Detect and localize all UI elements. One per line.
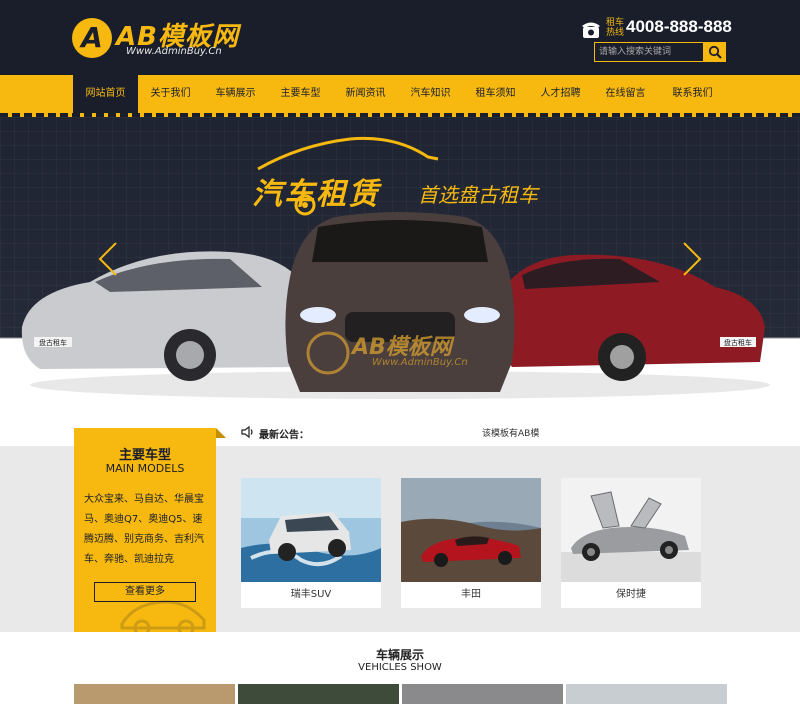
search-input[interactable] xyxy=(594,42,704,62)
nav-list: 网站首页 关于我们 车辆展示 主要车型 新闻资讯 汽车知识 租车须知 人才招聘 在线留言 联系我们 xyxy=(73,75,727,113)
site-logo[interactable]: A AB模板网 Www.AdminBuy.Cn xyxy=(72,14,242,62)
logo-subtitle: Www.AdminBuy.Cn xyxy=(126,46,222,57)
banner-watermark-sub: Www.AdminBuy.Cn xyxy=(372,357,468,368)
model-card[interactable]: 丰田 xyxy=(401,478,541,608)
models-description: 大众宝来、马自达、华晨宝马、奥迪Q7、奥迪Q5、速腾迈腾、别克商务、吉利汽车、奔… xyxy=(84,494,204,565)
banner-title: 汽车租赁 xyxy=(252,177,380,212)
vehicle-thumb[interactable] xyxy=(74,684,235,704)
model-card[interactable]: 瑞丰SUV xyxy=(241,478,381,608)
hotline-label: 租车热线 xyxy=(606,18,625,38)
model-card-label: 瑞丰SUV xyxy=(290,589,332,600)
model-card-image xyxy=(241,478,381,582)
hero-banner: 汽车租赁 首选盘古租车 AB模板网 Www.AdminBuy.Cn 盘古租车 盘… xyxy=(0,117,800,417)
speaker-icon xyxy=(241,425,253,439)
models-section: 主要车型 MAIN MODELS 大众宝来、马自达、华晨宝马、奥迪Q7、奥迪Q5… xyxy=(0,428,800,632)
logo-letter: A xyxy=(81,21,103,54)
plate-left: 盘古租车 xyxy=(39,339,67,347)
vehicle-thumb[interactable] xyxy=(402,684,563,704)
search-button[interactable] xyxy=(704,42,726,62)
phone-icon xyxy=(582,22,600,38)
vehicle-thumb[interactable] xyxy=(566,684,727,704)
models-title: 主要车型 xyxy=(118,448,171,463)
nav-item[interactable]: 租车须知 xyxy=(463,75,528,113)
hotline-number: 4008-888-888 xyxy=(626,17,732,36)
nav-item[interactable]: 联系我们 xyxy=(658,75,727,113)
search-icon xyxy=(708,45,722,59)
models-panel: 主要车型 MAIN MODELS 大众宝来、马自达、华晨宝马、奥迪Q7、奥迪Q5… xyxy=(74,428,216,632)
model-card[interactable]: 保时捷 xyxy=(561,478,701,608)
vehicles-title: 车辆展示 xyxy=(375,648,424,662)
panel-fold xyxy=(216,428,226,438)
banner-subtitle: 首选盘古租车 xyxy=(418,183,538,207)
nav-item[interactable]: 网站首页 xyxy=(73,75,138,113)
nav-item[interactable]: 主要车型 xyxy=(268,75,333,113)
model-card-label: 丰田 xyxy=(461,589,481,600)
model-card-label: 保时捷 xyxy=(616,589,646,600)
nav-item[interactable]: 在线留言 xyxy=(593,75,658,113)
nav-item[interactable]: 新闻资讯 xyxy=(333,75,398,113)
hotline: 租车热线 4008-888-888 xyxy=(580,16,740,42)
banner-next-arrow[interactable] xyxy=(680,239,704,279)
model-card-image xyxy=(561,478,701,582)
notice-text[interactable]: 该模板有AB模 xyxy=(482,426,539,439)
vehicles-title-en: VEHICLES SHOW xyxy=(358,662,442,673)
nav-item[interactable]: 车辆展示 xyxy=(203,75,268,113)
model-card-image xyxy=(401,478,541,582)
banner-prev-arrow[interactable] xyxy=(96,239,120,279)
nav-item[interactable]: 关于我们 xyxy=(138,75,203,113)
models-title-en: MAIN MODELS xyxy=(105,462,185,475)
nav-item[interactable]: 汽车知识 xyxy=(398,75,463,113)
search-box xyxy=(594,42,726,62)
vehicles-section: 车辆展示 VEHICLES SHOW xyxy=(0,632,800,704)
vehicle-thumb[interactable] xyxy=(238,684,399,704)
nav-item[interactable]: 人才招聘 xyxy=(528,75,593,113)
main-nav: 网站首页 关于我们 车辆展示 主要车型 新闻资讯 汽车知识 租车须知 人才招聘 在线留言 联系我们 xyxy=(0,75,800,117)
notice-label: 最新公告： xyxy=(259,430,309,441)
site-header: A AB模板网 Www.AdminBuy.Cn 租车热线 4008-888-88… xyxy=(0,0,800,75)
plate-right: 盘古租车 xyxy=(724,339,752,347)
view-more-button[interactable]: 查看更多 xyxy=(94,582,196,602)
